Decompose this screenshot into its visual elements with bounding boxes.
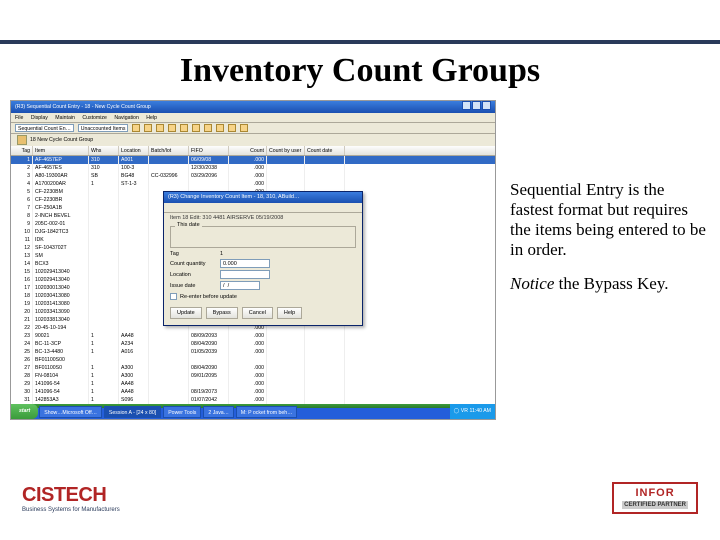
logos: CISTECH Business Systems for Manufacture…: [0, 474, 720, 522]
issue-date-input[interactable]: [220, 281, 260, 290]
menu-display[interactable]: Display: [31, 115, 48, 121]
col-whs: Whs: [89, 146, 119, 155]
toolbar-icon[interactable]: [144, 124, 152, 132]
subheader: 18 New Cycle Count Group: [11, 134, 495, 146]
col-location: Location: [119, 146, 149, 155]
window-controls[interactable]: [461, 101, 491, 113]
group-icon: [17, 135, 27, 145]
col-user: Count by user: [267, 146, 305, 155]
toolbar-icon[interactable]: [240, 124, 248, 132]
caption: Sequential Entry is the fastest format b…: [510, 100, 710, 420]
table-row[interactable]: 3A80-19300ARSBBG48CC-03299603/29/2096.00…: [11, 172, 495, 180]
table-row[interactable]: 4A1700200AR1ST-1-3.000: [11, 180, 495, 188]
table-row[interactable]: 2AF-4657ES310100-312/30/2038.000: [11, 164, 495, 172]
table-row[interactable]: 23900211AA4808/09/2093.000: [11, 332, 495, 340]
table-row[interactable]: 25BC-13-44801A01601/05/2039.000: [11, 348, 495, 356]
menu-file[interactable]: File: [15, 115, 23, 121]
dialog-toolbar: [164, 203, 362, 213]
system-tray[interactable]: ◯ VR 11:40 AM: [450, 404, 495, 419]
toolbar-icon[interactable]: [204, 124, 212, 132]
col-date: Count date: [305, 146, 345, 155]
menubar[interactable]: File Display Maintain Customize Navigati…: [11, 113, 495, 123]
col-tag: Tag: [11, 146, 33, 155]
dialog-titlebar[interactable]: (R3) Change Inventory Count Item - 18, 3…: [164, 192, 362, 203]
table-row[interactable]: 26BF01100S00: [11, 356, 495, 364]
slide-topbar: [0, 0, 720, 44]
taskbar-item[interactable]: Power Tools: [163, 406, 201, 418]
close-icon: [482, 101, 491, 110]
toolbar-icon[interactable]: [180, 124, 188, 132]
reenter-label: Re-enter before update: [180, 294, 237, 300]
location-label: Location: [170, 272, 220, 278]
group-label: This date: [175, 222, 202, 228]
taskbar-item[interactable]: 2 Java…: [203, 406, 233, 418]
toolbar-dd-filter[interactable]: Unaccounted Items: [78, 124, 129, 132]
update-button[interactable]: Update: [170, 307, 202, 319]
taskbar-item[interactable]: Show…Microsoft Off…: [39, 406, 102, 418]
table-row[interactable]: 1AF-4657EP310A00106/09/08.000: [11, 156, 495, 164]
menu-customize[interactable]: Customize: [82, 115, 107, 121]
app-window: (R3) Sequential Count Entry - 18 - New C…: [10, 100, 496, 420]
table-header[interactable]: Tag Item Whs Location Batch/lot FIFO Cou…: [11, 146, 495, 156]
taskbar[interactable]: start Show…Microsoft Off… Session A - [2…: [11, 404, 495, 419]
table-row[interactable]: 27BF01100S01A30008/04/2090.000: [11, 364, 495, 372]
window-titlebar[interactable]: (R3) Sequential Count Entry - 18 - New C…: [11, 101, 495, 113]
slide-title: Inventory Count Groups: [0, 44, 720, 100]
group-label: 18 New Cycle Count Group: [30, 137, 93, 143]
table-row[interactable]: 29141096-541AA48.000: [11, 380, 495, 388]
maximize-icon: [472, 101, 481, 110]
taskbar-item-active[interactable]: Session A - [24 x 80]: [104, 406, 161, 418]
toolbar-icon[interactable]: [228, 124, 236, 132]
toolbar-icon[interactable]: [192, 124, 200, 132]
logo-cistech: CISTECH Business Systems for Manufacture…: [22, 484, 120, 513]
help-button[interactable]: Help: [277, 307, 302, 319]
toolbar-icon[interactable]: [168, 124, 176, 132]
table-row[interactable]: 31142853A31S09601/07/2042.000: [11, 396, 495, 404]
location-input[interactable]: [220, 270, 270, 279]
tag-label: Tag: [170, 251, 220, 257]
cancel-button[interactable]: Cancel: [242, 307, 273, 319]
group-thisdate: This date: [170, 226, 356, 248]
logo-infor: INFOR CERTIFIED PARTNER: [612, 482, 698, 514]
table-row[interactable]: 28FN-081041A30009/01/2095.000: [11, 372, 495, 380]
menu-navigation[interactable]: Navigation: [114, 115, 139, 121]
table-row[interactable]: 30141096-541AA4808/19/2073.000: [11, 388, 495, 396]
table-row[interactable]: 24BC-11-3CP1A23408/04/2090.000: [11, 340, 495, 348]
change-count-dialog: (R3) Change Inventory Count Item - 18, 3…: [163, 191, 363, 326]
start-button[interactable]: start: [11, 404, 38, 419]
toolbar-icon[interactable]: [132, 124, 140, 132]
taskbar-item[interactable]: M: P ocket from beh…: [236, 406, 298, 418]
issue-date-label: Issue date: [170, 283, 220, 289]
toolbar: Sequential Count En… Unaccounted Items: [11, 123, 495, 134]
caption-note: Notice the Bypass Key.: [510, 274, 708, 294]
menu-maintain[interactable]: Maintain: [55, 115, 75, 121]
toolbar-icon[interactable]: [156, 124, 164, 132]
count-qty-label: Count quantity: [170, 261, 220, 267]
toolbar-dd-entrymode[interactable]: Sequential Count En…: [15, 124, 74, 132]
toolbar-icon[interactable]: [216, 124, 224, 132]
count-qty-input[interactable]: [220, 259, 270, 268]
reenter-checkbox[interactable]: [170, 293, 177, 300]
col-qty: Count quantity: [229, 146, 267, 155]
minimize-icon: [462, 101, 471, 110]
dialog-title: (R3) Change Inventory Count Item - 18, 3…: [168, 192, 299, 203]
col-fifo: FIFO: [189, 146, 229, 155]
caption-text: Sequential Entry is the fastest format b…: [510, 180, 708, 260]
col-batch: Batch/lot: [149, 146, 189, 155]
col-item: Item: [33, 146, 89, 155]
window-title-text: (R3) Sequential Count Entry - 18 - New C…: [15, 101, 151, 113]
tag-value: 1: [220, 251, 223, 257]
menu-help[interactable]: Help: [146, 115, 157, 121]
bypass-button[interactable]: Bypass: [206, 307, 238, 319]
